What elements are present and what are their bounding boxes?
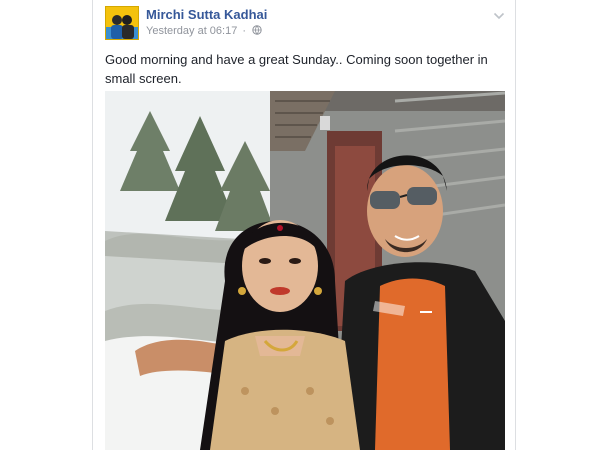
post-meta: Yesterday at 06:17 ·	[146, 25, 262, 38]
avatar-image	[106, 7, 138, 39]
page: Mirchi Sutta Kadhai Yesterday at 06:17 ·…	[0, 0, 600, 450]
author-name[interactable]: Mirchi Sutta Kadhai	[146, 7, 267, 22]
meta-separator: ·	[242, 25, 247, 37]
post-card: Mirchi Sutta Kadhai Yesterday at 06:17 ·…	[92, 0, 516, 450]
avatar[interactable]	[105, 6, 139, 40]
globe-icon[interactable]	[252, 25, 262, 38]
timestamp[interactable]: Yesterday at 06:17	[146, 25, 237, 37]
chevron-down-icon[interactable]	[493, 8, 505, 20]
post-photo[interactable]	[105, 91, 505, 450]
selfie-photo	[105, 91, 505, 450]
post-text: Good morning and have a great Sunday.. C…	[105, 52, 488, 86]
